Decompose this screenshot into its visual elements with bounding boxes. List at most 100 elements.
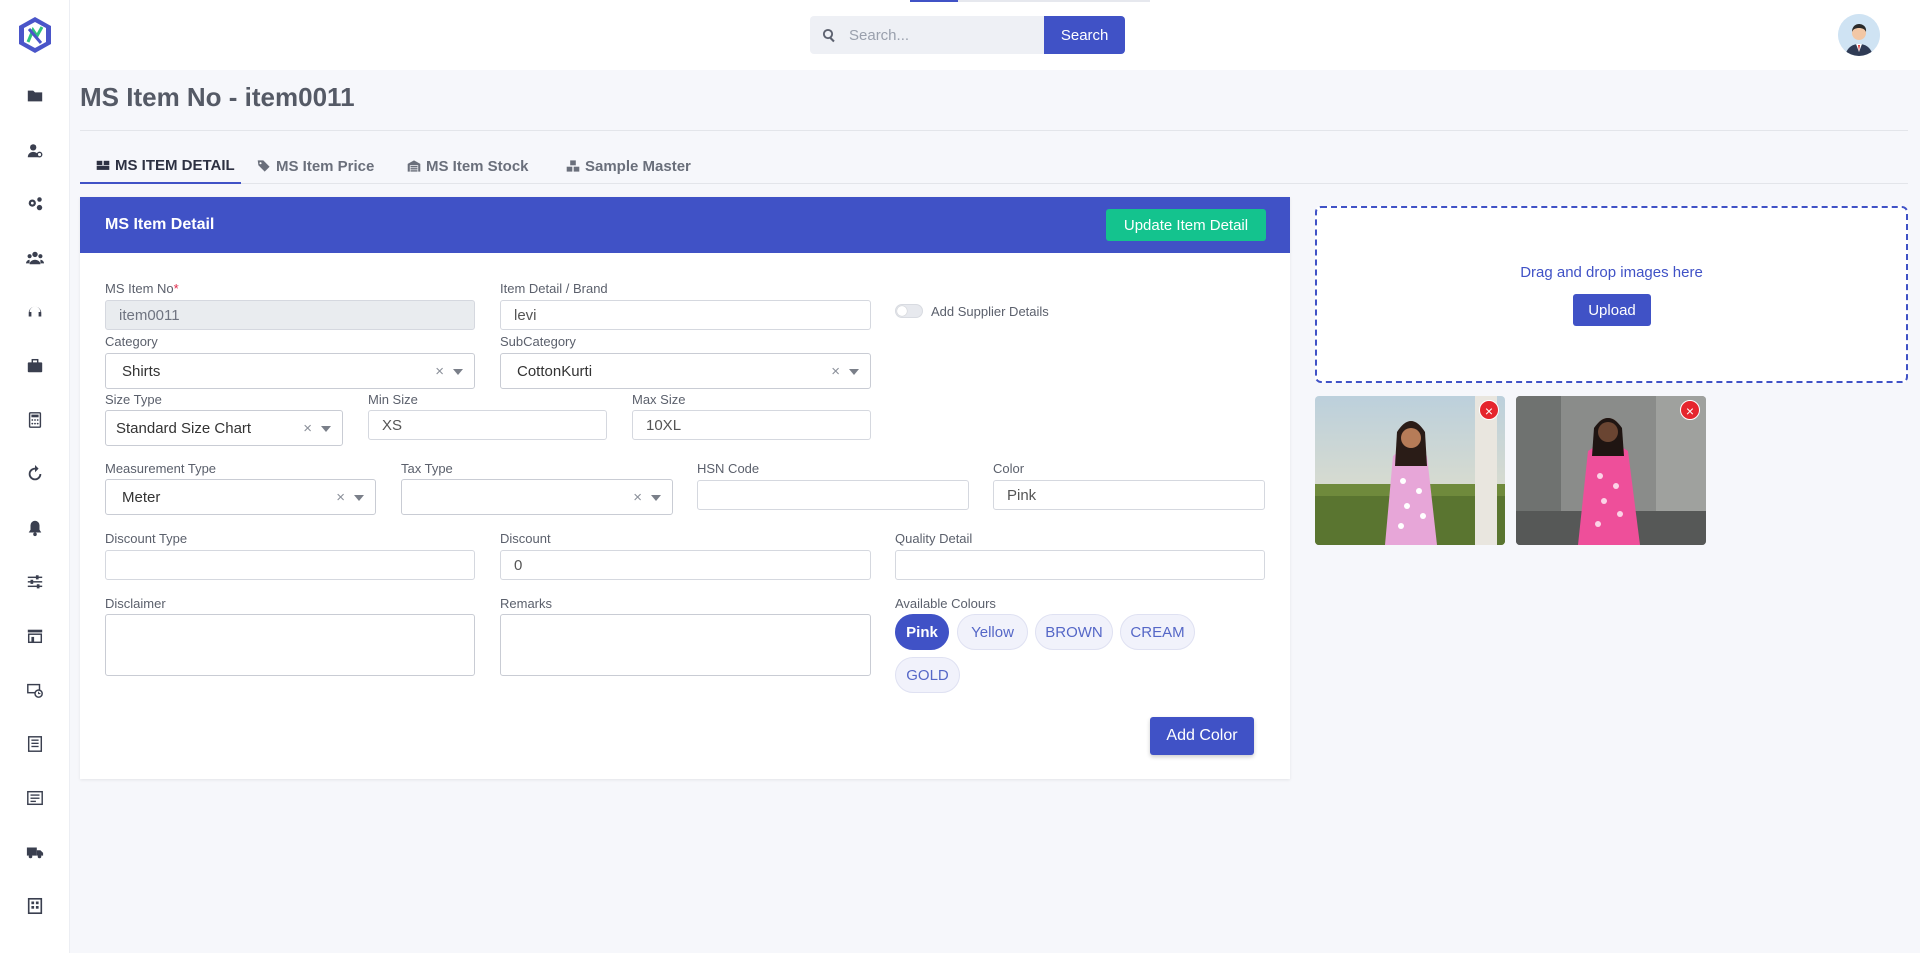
briefcase-icon[interactable] — [23, 354, 47, 378]
report-icon[interactable] — [23, 732, 47, 756]
remarks-textarea[interactable] — [500, 614, 871, 676]
tags-icon — [257, 160, 270, 172]
top-indicator — [910, 0, 1150, 2]
color-field[interactable]: Pink — [993, 480, 1265, 510]
add-color-button[interactable]: Add Color — [1150, 717, 1254, 755]
tab-label: Sample Master — [585, 157, 691, 175]
max-size-label: Max Size — [632, 392, 686, 407]
gears-icon[interactable] — [23, 192, 47, 216]
discount-field[interactable]: 0 — [500, 550, 871, 580]
colour-chip-gold[interactable]: GOLD — [895, 657, 960, 693]
calculator-icon[interactable] — [23, 408, 47, 432]
quality-detail-label: Quality Detail — [895, 531, 973, 546]
measurement-type-select[interactable]: Meter × — [105, 479, 376, 515]
product-image-thumbnail[interactable] — [1516, 396, 1706, 545]
ms-item-no-field[interactable]: item0011 — [105, 300, 475, 330]
refresh-icon[interactable] — [23, 462, 47, 486]
card-title: MS Item Detail — [105, 216, 215, 233]
search-box — [810, 16, 1045, 54]
clear-icon[interactable]: × — [303, 420, 312, 437]
colour-chip-brown[interactable]: BROWN — [1035, 614, 1113, 650]
page-title: MS Item No - item0011 — [80, 82, 355, 112]
available-colours-label: Available Colours — [895, 596, 996, 611]
truck-icon[interactable] — [23, 840, 47, 864]
chevron-down-icon[interactable] — [849, 369, 859, 375]
user-settings-icon[interactable] — [23, 139, 47, 163]
headset-icon[interactable] — [23, 300, 47, 324]
colour-chip-pink[interactable]: Pink — [895, 614, 949, 650]
clear-icon[interactable]: × — [831, 363, 840, 380]
subcategory-select[interactable]: CottonKurti × — [500, 353, 871, 389]
top-indicator-active — [910, 0, 958, 2]
update-item-detail-button[interactable]: Update Item Detail — [1106, 209, 1266, 241]
image-dropzone[interactable]: Drag and drop images here Upload — [1315, 206, 1908, 383]
clear-icon[interactable]: × — [336, 489, 345, 506]
item-detail-card: MS Item Detail Update Item Detail MS Ite… — [80, 197, 1290, 779]
search-button[interactable]: Search — [1044, 16, 1125, 54]
chevron-down-icon[interactable] — [321, 426, 331, 432]
hsn-code-label: HSN Code — [697, 461, 760, 476]
min-size-label: Min Size — [368, 392, 418, 407]
colour-chip-cream[interactable]: CREAM — [1120, 614, 1195, 650]
supplier-details-toggle[interactable] — [895, 304, 923, 318]
cubes-icon — [566, 160, 580, 172]
boxes-icon — [96, 160, 110, 170]
color-label: Color — [993, 461, 1025, 476]
discount-type-field[interactable] — [105, 550, 475, 580]
search-input[interactable] — [849, 26, 1019, 44]
quality-detail-field[interactable] — [895, 550, 1265, 580]
remove-image-icon[interactable]: × — [1479, 400, 1499, 420]
list-icon[interactable] — [23, 786, 47, 810]
max-size-field[interactable]: 10XL — [632, 410, 871, 440]
subcategory-label: SubCategory — [500, 334, 576, 349]
building-icon[interactable] — [23, 894, 47, 918]
category-select[interactable]: Shirts × — [105, 353, 475, 389]
supplier-details-label: Add Supplier Details — [931, 304, 1049, 319]
measurement-type-value: Meter — [122, 488, 161, 506]
discount-label: Discount — [500, 531, 551, 546]
tab-bar: MS ITEM DETAIL MS Item Price MS Item Sto… — [80, 148, 1908, 184]
size-type-label: Size Type — [105, 392, 162, 407]
chevron-down-icon[interactable] — [651, 495, 661, 501]
disclaimer-textarea[interactable] — [105, 614, 475, 676]
colour-chip-yellow[interactable]: Yellow — [957, 614, 1028, 650]
warehouse-icon — [407, 160, 421, 172]
subcategory-value: CottonKurti — [517, 362, 593, 380]
users-icon[interactable] — [23, 246, 47, 270]
topbar: Search — [70, 0, 1920, 70]
folder-icon[interactable] — [23, 84, 47, 108]
category-label: Category — [105, 334, 158, 349]
avatar[interactable] — [1838, 14, 1880, 56]
sidebar — [0, 0, 70, 953]
brand-field[interactable]: levi — [500, 300, 871, 330]
store-icon[interactable] — [23, 624, 47, 648]
money-cycle-icon[interactable] — [23, 678, 47, 702]
remarks-label: Remarks — [500, 596, 553, 611]
search-icon — [822, 28, 835, 42]
tab-sample-master[interactable]: Sample Master — [566, 148, 691, 184]
clear-icon[interactable]: × — [435, 363, 444, 380]
tab-ms-item-detail[interactable]: MS ITEM DETAIL — [80, 148, 241, 184]
title-divider — [80, 130, 1908, 131]
brand-label: Item Detail / Brand — [500, 281, 608, 296]
chevron-down-icon[interactable] — [453, 369, 463, 375]
size-type-select[interactable]: Standard Size Chart × — [105, 410, 343, 446]
tab-ms-item-stock[interactable]: MS Item Stock — [407, 148, 529, 184]
app-logo[interactable] — [18, 16, 52, 54]
category-value: Shirts — [122, 362, 161, 380]
upload-button[interactable]: Upload — [1573, 294, 1651, 326]
chevron-down-icon[interactable] — [354, 495, 364, 501]
product-image-thumbnail[interactable] — [1315, 396, 1505, 545]
min-size-field[interactable]: XS — [368, 410, 607, 440]
remove-image-icon[interactable]: × — [1680, 400, 1700, 420]
tax-type-select[interactable]: × — [401, 479, 673, 515]
tab-label: MS Item Price — [276, 157, 375, 175]
bell-icon[interactable] — [23, 516, 47, 540]
disclaimer-label: Disclaimer — [105, 596, 166, 611]
hsn-code-field[interactable] — [697, 480, 969, 510]
tab-ms-item-price[interactable]: MS Item Price — [257, 148, 374, 184]
tab-label: MS ITEM DETAIL — [115, 156, 235, 174]
tax-type-label: Tax Type — [401, 461, 453, 476]
clear-icon[interactable]: × — [633, 489, 642, 506]
sliders-icon[interactable] — [23, 570, 47, 594]
